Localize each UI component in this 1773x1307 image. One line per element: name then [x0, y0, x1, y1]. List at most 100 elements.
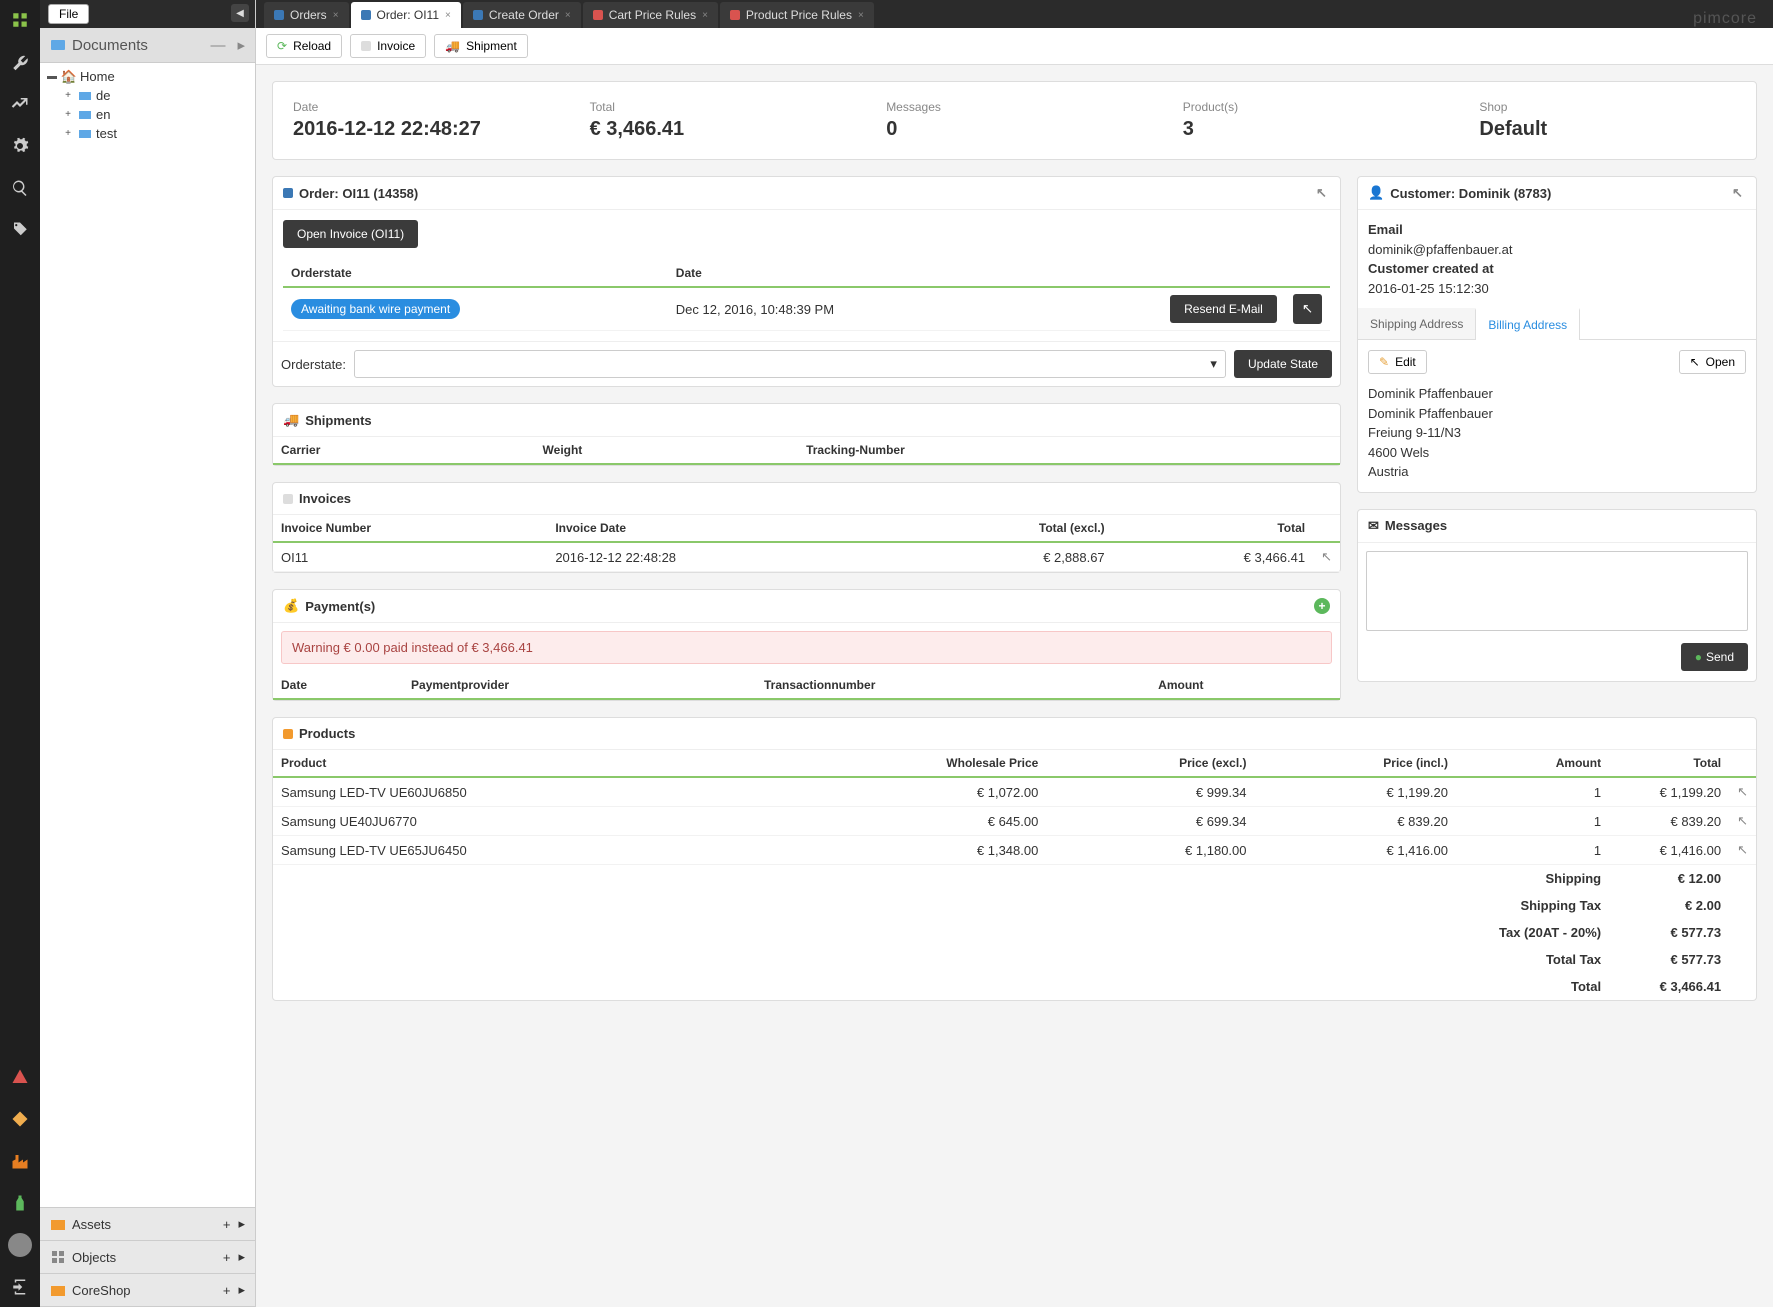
tab-cart-price-rules[interactable]: Cart Price Rules× [583, 2, 718, 28]
file-button[interactable]: File [48, 4, 89, 24]
orderstate-select[interactable]: ▾ [354, 350, 1226, 378]
invoice-icon [361, 41, 371, 51]
close-icon[interactable]: × [858, 10, 864, 21]
tree-item-en[interactable]: +en [62, 105, 249, 124]
pointer-icon[interactable]: ↖ [1729, 777, 1756, 807]
edit-button[interactable]: ✎Edit [1368, 350, 1427, 374]
arrow-right-icon[interactable]: ▸ [238, 1249, 245, 1265]
search-icon[interactable] [8, 176, 32, 200]
pointer-icon[interactable]: ↖ [1732, 185, 1746, 201]
stats-icon[interactable] [8, 92, 32, 116]
doc-icon [473, 10, 483, 20]
update-state-button[interactable]: Update State [1234, 350, 1332, 378]
add-payment-button[interactable]: + [1314, 598, 1330, 614]
chevron-down-icon: ▾ [1210, 356, 1217, 372]
shipment-button[interactable]: 🚚Shipment [434, 34, 528, 58]
minus-icon[interactable]: — [210, 37, 225, 54]
order-icon [283, 188, 293, 198]
accordion-assets[interactable]: Assets+▸ [40, 1208, 255, 1241]
customer-panel: 👤Customer: Dominik (8783)↖ Email dominik… [1357, 176, 1757, 493]
tabbar: Orders× Order: OI11× Create Order× Cart … [256, 0, 1773, 28]
box-icon [283, 729, 293, 739]
close-icon[interactable]: × [702, 10, 708, 21]
collapse-sidebar-icon[interactable]: ◀ [231, 4, 249, 22]
summary-messages: Messages0 [886, 100, 1143, 141]
open-button[interactable]: ↖Open [1679, 350, 1746, 374]
tab-orders[interactable]: Orders× [264, 2, 349, 28]
pointer-icon[interactable]: ↖ [1729, 836, 1756, 865]
gear-icon[interactable] [8, 134, 32, 158]
close-icon[interactable]: × [565, 10, 571, 21]
totals-row: Shipping Tax€ 2.00 [273, 892, 1756, 919]
open-invoice-button[interactable]: Open Invoice (OI11) [283, 220, 418, 248]
accordion-objects[interactable]: Objects+▸ [40, 1241, 255, 1274]
th-amount: Amount [1456, 750, 1609, 777]
totals-row: Shipping€ 12.00 [273, 865, 1756, 893]
plus-icon[interactable]: + [223, 1217, 231, 1232]
reload-button[interactable]: ⟳Reload [266, 34, 342, 58]
tab-shipping-address[interactable]: Shipping Address [1358, 308, 1475, 339]
factory-icon[interactable] [8, 1149, 32, 1173]
avatar[interactable] [8, 1233, 32, 1257]
bottle-icon[interactable] [8, 1191, 32, 1215]
th-inv-date: Invoice Date [547, 515, 901, 542]
order-panel: Order: OI11 (14358)↖ Open Invoice (OI11)… [272, 176, 1341, 387]
documents-label: Documents [72, 37, 148, 54]
product-row: Samsung LED-TV UE60JU6850 € 1,072.00 € 9… [273, 777, 1756, 807]
panel-title-documents: Documents — ▸ [40, 28, 255, 63]
orderstate-row: Awaiting bank wire payment Dec 12, 2016,… [283, 287, 1330, 331]
orderstate-date: Dec 12, 2016, 10:48:39 PM [668, 287, 1030, 331]
products-panel: Products Product Wholesale Price Price (… [272, 717, 1757, 1001]
messages-panel: ✉Messages ●Send [1357, 509, 1757, 682]
th-pay-trans: Transactionnumber [756, 672, 1150, 699]
th-product: Product [273, 750, 777, 777]
invoice-button[interactable]: Invoice [350, 34, 426, 58]
payments-panel: 💰Payment(s)+ Warning € 0.00 paid instead… [272, 589, 1341, 701]
close-icon[interactable]: × [333, 10, 339, 21]
tree-item-de[interactable]: +de [62, 86, 249, 105]
summary-card: Date2016-12-12 22:48:27 Total€ 3,466.41 … [272, 81, 1757, 160]
tab-create-order[interactable]: Create Order× [463, 2, 581, 28]
coin-icon: 💰 [283, 598, 299, 614]
addr-line: 4600 Wels [1368, 443, 1746, 463]
tab-order-oi11[interactable]: Order: OI11× [351, 2, 461, 28]
accordion-coreshop[interactable]: CoreShop+▸ [40, 1274, 255, 1307]
products-title: Products [299, 726, 355, 741]
pointer-icon[interactable]: ↖ [1316, 185, 1330, 201]
send-button[interactable]: ●Send [1681, 643, 1748, 671]
action-button[interactable]: ↖ [1293, 294, 1322, 324]
plus-icon[interactable]: + [223, 1250, 231, 1265]
arrow-right-icon[interactable]: ▸ [237, 36, 245, 54]
pointer-icon[interactable]: ↖ [1313, 542, 1340, 572]
resend-email-button[interactable]: Resend E-Mail [1170, 295, 1277, 323]
totals-row: Tax (20AT - 20%)€ 577.73 [273, 919, 1756, 946]
th-pay-provider: Paymentprovider [403, 672, 756, 699]
shipments-panel: 🚚Shipments CarrierWeightTracking-Number [272, 403, 1341, 466]
th-inv-total-excl: Total (excl.) [901, 515, 1113, 542]
sidebar: File ◀ Documents — ▸ ▬ 🏠 Home +de +en +t… [40, 0, 256, 1307]
plus-icon[interactable]: + [223, 1283, 231, 1298]
logout-icon[interactable] [8, 1275, 32, 1299]
check-icon: ● [1695, 650, 1702, 664]
arrow-right-icon[interactable]: ▸ [238, 1216, 245, 1232]
close-icon[interactable]: × [445, 10, 451, 21]
th-tracking: Tracking-Number [798, 437, 1340, 464]
apps-icon[interactable] [8, 8, 32, 32]
product-row: Samsung LED-TV UE65JU6450 € 1,348.00 € 1… [273, 836, 1756, 865]
tag-icon[interactable] [8, 218, 32, 242]
invoices-panel: Invoices Invoice NumberInvoice DateTotal… [272, 482, 1341, 573]
tab-billing-address[interactable]: Billing Address [1475, 308, 1580, 340]
th-total: Total [1609, 750, 1729, 777]
tree-item-test[interactable]: +test [62, 124, 249, 143]
pencil-icon: ✎ [1379, 355, 1389, 369]
alert-icon[interactable] [8, 1065, 32, 1089]
th-pay-date: Date [273, 672, 403, 699]
wrench-icon[interactable] [8, 50, 32, 74]
pointer-icon[interactable]: ↖ [1729, 807, 1756, 836]
th-price-incl: Price (incl.) [1255, 750, 1456, 777]
tab-product-price-rules[interactable]: Product Price Rules× [720, 2, 874, 28]
message-input[interactable] [1366, 551, 1748, 631]
warning-icon[interactable] [8, 1107, 32, 1131]
tree-root-home[interactable]: ▬ 🏠 Home [46, 67, 249, 86]
arrow-right-icon[interactable]: ▸ [238, 1282, 245, 1298]
